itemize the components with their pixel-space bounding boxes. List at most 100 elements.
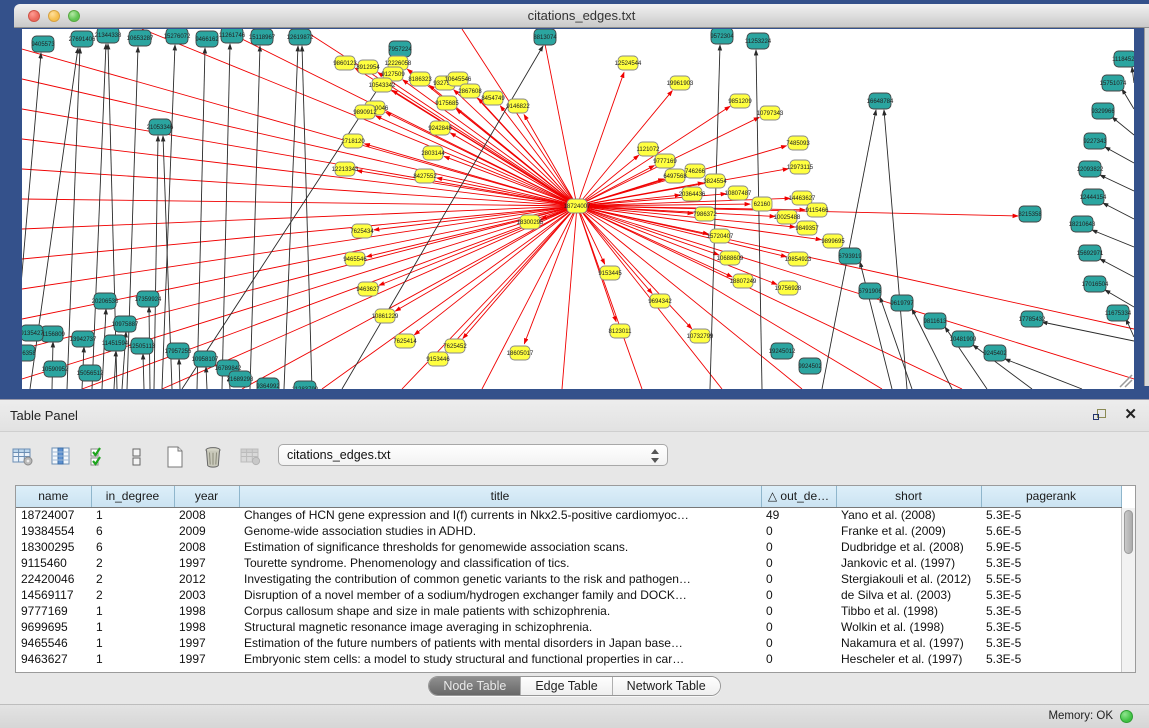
graph-node[interactable]: 9153445	[598, 266, 622, 280]
table-cell[interactable]: 1	[91, 635, 174, 651]
graph-node[interactable]: 17359924	[135, 291, 162, 307]
graph-node[interactable]: 1121072	[637, 142, 661, 156]
graph-node[interactable]: 6497568	[663, 169, 687, 183]
graph-node[interactable]: 9465546	[343, 252, 367, 266]
graph-node[interactable]: 15276072	[164, 29, 191, 44]
table-row[interactable]: 946554611997Estimation of the future num…	[16, 635, 1121, 651]
table-row[interactable]: 1938455462009Genome-wide association stu…	[16, 523, 1121, 539]
table-cell[interactable]: Yano et al. (2008)	[836, 507, 981, 523]
graph-node[interactable]: 9924502	[798, 358, 822, 374]
graph-node[interactable]: 8427552	[413, 169, 437, 183]
graph-node[interactable]: 7625414	[393, 334, 417, 348]
graph-node[interactable]: 9619797	[890, 295, 914, 311]
table-cell[interactable]: 5.3E-5	[981, 619, 1121, 635]
column-header-out_de[interactable]: △ out_de…	[761, 486, 836, 507]
table-cell[interactable]: 1	[91, 619, 174, 635]
table-cell[interactable]: 5.9E-5	[981, 539, 1121, 555]
table-cell[interactable]: 5.6E-5	[981, 523, 1121, 539]
create-column-icon[interactable]	[162, 444, 188, 470]
table-cell[interactable]: 9777169	[16, 603, 91, 619]
close-window-button[interactable]	[28, 10, 40, 22]
table-cell[interactable]: 5.3E-5	[981, 603, 1121, 619]
table-cell[interactable]: 9463627	[16, 651, 91, 667]
table-cell[interactable]: 1	[91, 603, 174, 619]
graph-node[interactable]: 9849357	[795, 221, 819, 235]
table-cell[interactable]: 6	[91, 539, 174, 555]
table-cell[interactable]: 0	[761, 555, 836, 571]
table-cell[interactable]: 2012	[174, 571, 239, 587]
table-cell[interactable]: 5.3E-5	[981, 507, 1121, 523]
graph-node[interactable]: 9466162	[195, 31, 219, 47]
graph-node[interactable]: 2803144	[421, 146, 445, 160]
graph-node[interactable]: 7485093	[786, 136, 810, 150]
vertical-scrollbar[interactable]	[1121, 508, 1135, 672]
graph-node[interactable]: 8454749	[481, 91, 505, 105]
graph-node[interactable]: 11675334	[1105, 305, 1132, 321]
graph-node[interactable]: 8186323	[408, 72, 432, 86]
graph-node[interactable]: 11283790	[292, 381, 319, 389]
tab-node-table[interactable]: Node Table	[429, 677, 520, 695]
graph-node[interactable]: 10732799	[687, 329, 714, 343]
table-cell[interactable]: Stergiakouli et al. (2012)	[836, 571, 981, 587]
graph-node[interactable]: 9242848	[428, 121, 452, 135]
network-window-titlebar[interactable]: citations_edges.txt	[14, 4, 1149, 28]
table-cell[interactable]: 2	[91, 587, 174, 603]
graph-node[interactable]: 8123011	[609, 324, 633, 338]
graph-node[interactable]: 21053346	[147, 119, 174, 135]
table-cell[interactable]: Corpus callosum shape and size in male p…	[239, 603, 761, 619]
table-cell[interactable]: 5.3E-5	[981, 651, 1121, 667]
graph-node[interactable]: 9115466	[806, 203, 830, 217]
graph-node[interactable]: 12213343	[332, 162, 359, 176]
graph-node[interactable]: 9245402	[983, 345, 1007, 361]
graph-node[interactable]: 10688609	[717, 251, 744, 265]
table-cell[interactable]: Jankovic et al. (1997)	[836, 555, 981, 571]
table-cell[interactable]: 0	[761, 587, 836, 603]
graph-node[interactable]: 7625452	[443, 339, 467, 353]
graph-node[interactable]: 9329966	[1091, 103, 1115, 119]
graph-node[interactable]: 9694342	[648, 294, 672, 308]
table-cell[interactable]: 49	[761, 507, 836, 523]
table-row[interactable]: 977716911998Corpus callosum shape and si…	[16, 603, 1121, 619]
column-header-pagerank[interactable]: pagerank	[981, 486, 1121, 507]
graph-node[interactable]: 7957224	[388, 41, 412, 57]
graph-node[interactable]: 12505113	[129, 338, 156, 354]
table-row[interactable]: 1830029562008Estimation of significance …	[16, 539, 1121, 555]
table-cell[interactable]: 0	[761, 651, 836, 667]
graph-node[interactable]: 8215358	[1018, 206, 1042, 222]
table-cell[interactable]: 1	[91, 651, 174, 667]
graph-node[interactable]: 9463627	[356, 282, 380, 296]
table-cell[interactable]: Disruption of a novel member of a sodium…	[239, 587, 761, 603]
graph-node[interactable]: 9175685	[435, 96, 459, 110]
table-cell[interactable]: 0	[761, 539, 836, 555]
graph-node[interactable]: 15692971	[1077, 245, 1104, 261]
column-header-name[interactable]: name	[16, 486, 91, 507]
table-cell[interactable]: 0	[761, 523, 836, 539]
table-cell[interactable]: 5.3E-5	[981, 587, 1121, 603]
table-cell[interactable]: 9699695	[16, 619, 91, 635]
graph-node[interactable]: 2718120	[341, 134, 365, 148]
table-cell[interactable]: Tibbo et al. (1998)	[836, 603, 981, 619]
graph-node[interactable]: 10025488	[774, 210, 801, 224]
table-cell[interactable]: 0	[761, 635, 836, 651]
table-cell[interactable]: Genome-wide association studies in ADHD.	[239, 523, 761, 539]
table-cell[interactable]: 2009	[174, 523, 239, 539]
graph-node[interactable]: 11261746	[219, 29, 246, 43]
tab-edge-table[interactable]: Edge Table	[520, 677, 611, 695]
graph-node[interactable]: 9860123	[333, 56, 357, 70]
graph-node[interactable]: 10590952	[42, 361, 69, 377]
graph-node[interactable]: 9899695	[821, 234, 845, 248]
graph-node[interactable]: 21344338	[95, 29, 122, 43]
zoom-window-button[interactable]	[68, 10, 80, 22]
table-cell[interactable]: 0	[761, 571, 836, 587]
graph-node[interactable]: 9405573	[31, 36, 55, 52]
graph-node[interactable]: 9851209	[728, 94, 752, 108]
table-cell[interactable]: Dudbridge et al. (2008)	[836, 539, 981, 555]
table-cell[interactable]: 9465546	[16, 635, 91, 651]
table-cell[interactable]: 5.5E-5	[981, 571, 1121, 587]
graph-node[interactable]: 27691406	[69, 31, 96, 47]
graph-node[interactable]: 9890912	[353, 105, 377, 119]
graph-node[interactable]: 15056512	[77, 365, 104, 381]
graph-node[interactable]: 18605017	[507, 346, 534, 360]
graph-node[interactable]: 13942737	[70, 331, 97, 347]
table-cell[interactable]: 2003	[174, 587, 239, 603]
